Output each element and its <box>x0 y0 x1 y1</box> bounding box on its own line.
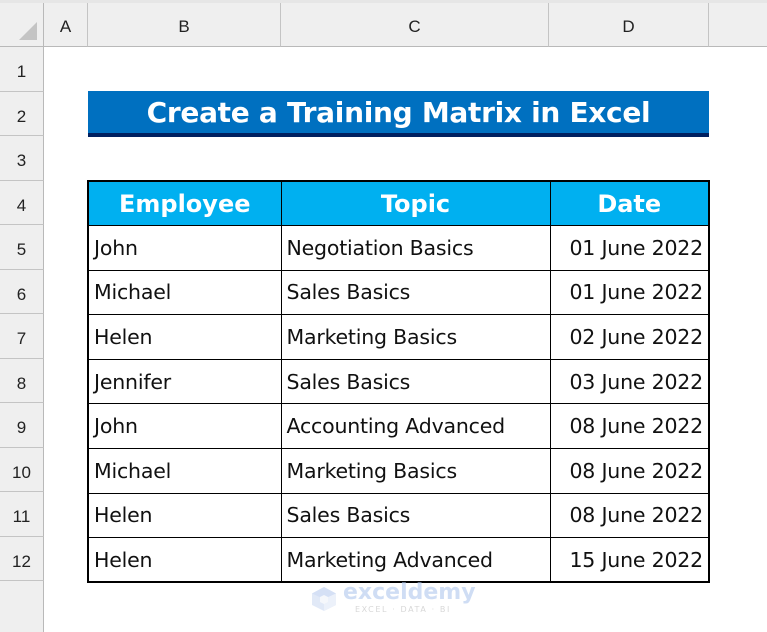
row-header-4[interactable]: 4 <box>0 180 44 225</box>
row-header-10[interactable]: 10 <box>0 447 44 492</box>
select-all-button[interactable] <box>0 3 44 47</box>
row-header-3[interactable]: 3 <box>0 136 44 181</box>
header-topic[interactable]: Topic <box>280 180 551 227</box>
cell-employee[interactable]: John <box>87 225 282 271</box>
watermark-name: exceldemy <box>343 580 476 605</box>
cell-topic[interactable]: Sales Basics <box>280 269 551 316</box>
column-header-e[interactable] <box>709 3 767 47</box>
watermark-tagline: EXCEL · DATA · BI <box>355 605 451 614</box>
cell-date[interactable]: 08 June 2022 <box>549 492 710 539</box>
cell-date[interactable]: 01 June 2022 <box>549 225 710 271</box>
cell-topic[interactable]: Negotiation Basics <box>280 225 551 271</box>
row-header-11[interactable]: 11 <box>0 492 44 537</box>
cell-employee[interactable]: Helen <box>87 492 282 539</box>
cell-topic[interactable]: Sales Basics <box>280 358 551 405</box>
column-header-a[interactable]: A <box>44 3 88 47</box>
table-row: Helen Marketing Basics 02 June 2022 <box>87 314 710 360</box>
cell-date[interactable]: 01 June 2022 <box>549 269 710 316</box>
table-row: Helen Marketing Advanced 15 June 2022 <box>87 537 710 583</box>
table-row: Jennifer Sales Basics 03 June 2022 <box>87 358 710 405</box>
cell-topic[interactable]: Sales Basics <box>280 492 551 539</box>
row-header-5[interactable]: 5 <box>0 225 44 270</box>
row-header-1[interactable]: 1 <box>0 47 44 92</box>
watermark: exceldemy EXCEL · DATA · BI <box>311 580 476 616</box>
cell-date[interactable]: 02 June 2022 <box>549 314 710 360</box>
cell-date[interactable]: 03 June 2022 <box>549 358 710 405</box>
cell-date[interactable]: 08 June 2022 <box>549 403 710 450</box>
row-header-7[interactable]: 7 <box>0 314 44 359</box>
row-header-9[interactable]: 9 <box>0 403 44 448</box>
cell-topic[interactable]: Marketing Basics <box>280 448 551 494</box>
cell-topic[interactable]: Marketing Advanced <box>280 537 551 583</box>
column-header-b[interactable]: B <box>88 3 281 47</box>
cell-date[interactable]: 08 June 2022 <box>549 448 710 494</box>
table-row: Helen Sales Basics 08 June 2022 <box>87 492 710 539</box>
table-row: Michael Marketing Basics 08 June 2022 <box>87 448 710 494</box>
cell-employee[interactable]: Helen <box>87 537 282 583</box>
cell-topic[interactable]: Accounting Advanced <box>280 403 551 450</box>
table-header-row: Employee Topic Date <box>87 180 710 227</box>
cell-date[interactable]: 15 June 2022 <box>549 537 710 583</box>
row-header-6[interactable]: 6 <box>0 269 44 314</box>
table-row: John Accounting Advanced 08 June 2022 <box>87 403 710 450</box>
select-all-triangle-icon <box>19 22 37 40</box>
training-matrix-table: Employee Topic Date John Negotiation Bas… <box>87 180 710 584</box>
row-header-12[interactable]: 12 <box>0 536 44 581</box>
column-header-d[interactable]: D <box>549 3 709 47</box>
cell-employee[interactable]: John <box>87 403 282 450</box>
header-date[interactable]: Date <box>549 180 710 227</box>
cell-employee[interactable]: Michael <box>87 269 282 316</box>
column-header-c[interactable]: C <box>281 3 549 47</box>
table-row: John Negotiation Basics 01 June 2022 <box>87 225 710 271</box>
page-title: Create a Training Matrix in Excel <box>88 91 709 137</box>
header-employee[interactable]: Employee <box>87 180 282 227</box>
exceldemy-logo-icon <box>312 587 336 611</box>
row-header-2[interactable]: 2 <box>0 91 44 136</box>
cell-employee[interactable]: Helen <box>87 314 282 360</box>
row-header-8[interactable]: 8 <box>0 358 44 403</box>
table-row: Michael Sales Basics 01 June 2022 <box>87 269 710 316</box>
row-header-13[interactable] <box>0 581 44 632</box>
cell-employee[interactable]: Michael <box>87 448 282 494</box>
cell-employee[interactable]: Jennifer <box>87 358 282 405</box>
cell-topic[interactable]: Marketing Basics <box>280 314 551 360</box>
